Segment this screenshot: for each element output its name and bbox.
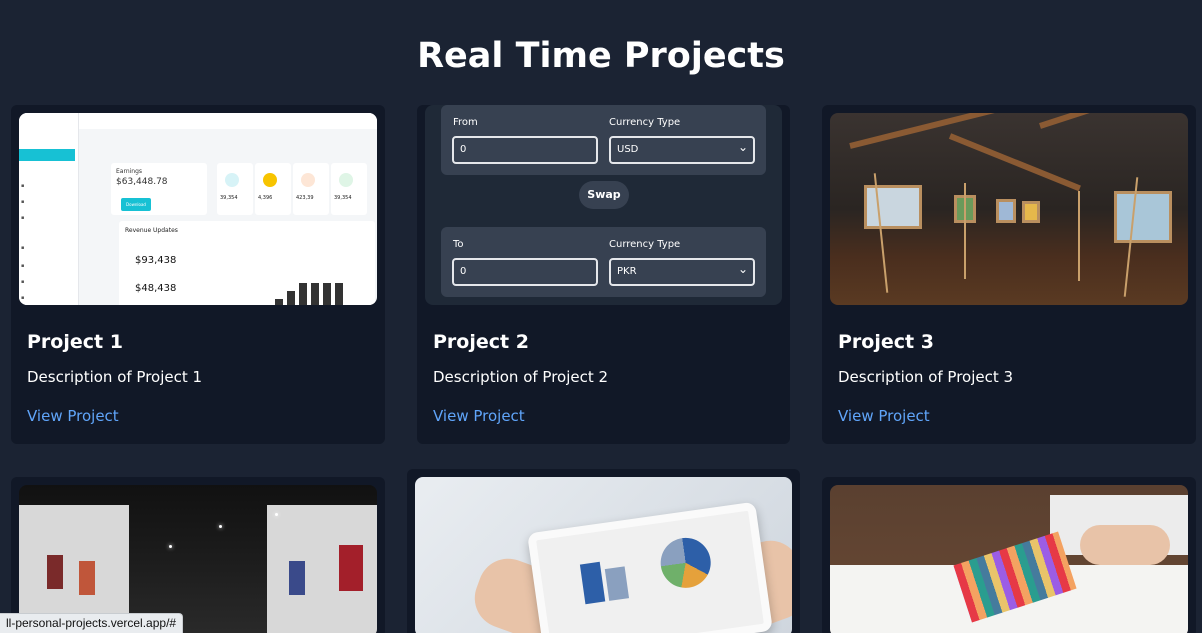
project-title: Project 1 — [27, 331, 123, 353]
project-5-thumbnail — [415, 477, 792, 633]
project-card-2: From Currency Type 0 USD Swap To Currenc… — [417, 105, 790, 444]
swap-button: Swap — [579, 181, 629, 209]
to-currency-select: PKR — [609, 257, 755, 286]
sidebar-active-item — [19, 149, 75, 161]
view-project-link[interactable]: View Project — [433, 407, 525, 425]
project-card-4 — [11, 477, 385, 633]
status-bar-url: ll-personal-projects.vercel.app/# — [0, 613, 184, 633]
project-6-thumbnail — [830, 485, 1188, 633]
download-button: Download — [121, 198, 151, 211]
from-amount-input: 0 — [452, 136, 598, 164]
project-description: Description of Project 3 — [838, 368, 1014, 386]
from-currency-select: USD — [609, 135, 755, 164]
project-description: Description of Project 1 — [27, 368, 203, 386]
project-4-thumbnail — [19, 485, 377, 633]
project-2-thumbnail: From Currency Type 0 USD Swap To Currenc… — [425, 105, 782, 305]
project-1-thumbnail: ▪ ▪ ▪ ▪ ▪ ▪ ▪ Earnings $63,448.78 Downlo… — [19, 113, 377, 305]
project-3-thumbnail — [830, 113, 1188, 305]
project-card-1: ▪ ▪ ▪ ▪ ▪ ▪ ▪ Earnings $63,448.78 Downlo… — [11, 105, 385, 444]
project-title: Project 3 — [838, 331, 934, 353]
to-amount-input: 0 — [452, 258, 598, 286]
project-card-3: Project 3 Description of Project 3 View … — [822, 105, 1196, 444]
project-card-5 — [407, 469, 800, 633]
view-project-link[interactable]: View Project — [27, 407, 119, 425]
project-description: Description of Project 2 — [433, 368, 609, 386]
earnings-card: Earnings $63,448.78 Download — [111, 163, 207, 215]
project-title: Project 2 — [433, 331, 529, 353]
revenue-updates-panel: Revenue Updates $93,438 $48,438 — [119, 221, 375, 305]
view-project-link[interactable]: View Project — [838, 407, 930, 425]
section-title: Real Time Projects — [417, 36, 785, 76]
project-card-6 — [822, 477, 1196, 633]
